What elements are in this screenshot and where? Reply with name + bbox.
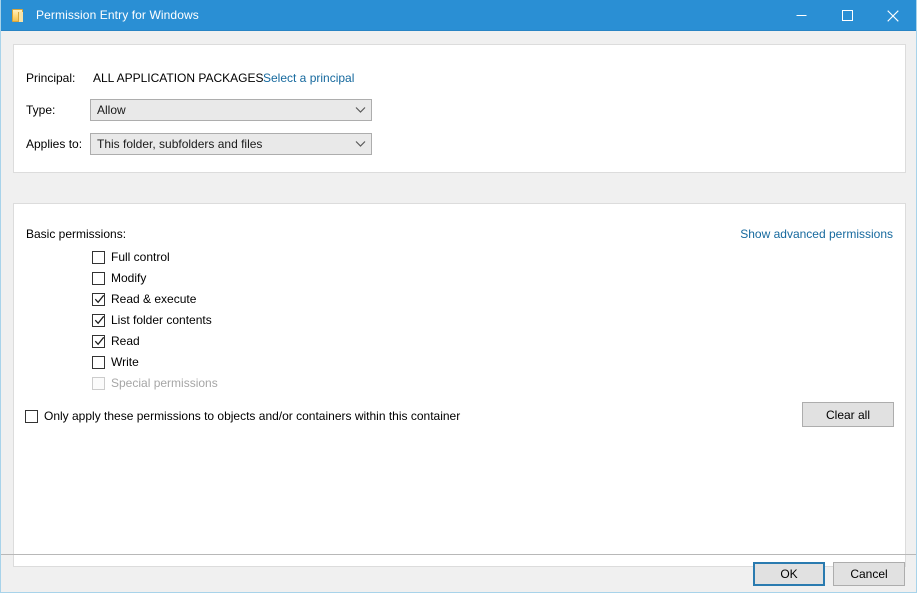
checkbox-box [92, 355, 105, 369]
client-area: Principal: ALL APPLICATION PACKAGES Sele… [1, 31, 916, 592]
principal-panel: Principal: ALL APPLICATION PACKAGES Sele… [13, 44, 906, 173]
caption-buttons [778, 0, 916, 31]
checkbox-box [92, 250, 105, 264]
permission-label: Read & execute [111, 292, 197, 306]
chevron-down-icon [349, 140, 371, 148]
select-principal-link[interactable]: Select a principal [263, 71, 354, 85]
maximize-button[interactable] [824, 0, 870, 31]
permission-checkbox-modify[interactable]: Modify [92, 271, 146, 285]
permission-checkbox-read-execute[interactable]: Read & execute [92, 292, 196, 306]
cancel-button[interactable]: Cancel [833, 562, 905, 586]
checkbox-box [25, 409, 38, 423]
permission-label: Full control [111, 250, 170, 264]
applies-to-dropdown-value: This folder, subfolders and files [97, 137, 263, 151]
minimize-button[interactable] [778, 0, 824, 31]
type-dropdown[interactable]: Allow [90, 99, 372, 121]
applies-to-label: Applies to: [26, 137, 83, 151]
applies-to-dropdown[interactable]: This folder, subfolders and files [90, 133, 372, 155]
window-title: Permission Entry for Windows [36, 8, 199, 22]
type-label: Type: [26, 103, 56, 117]
ok-button[interactable]: OK [753, 562, 825, 586]
permission-label: Modify [111, 271, 147, 285]
check-icon [94, 336, 105, 345]
permission-label: Write [111, 355, 139, 369]
principal-value: ALL APPLICATION PACKAGES [93, 71, 264, 85]
chevron-down-icon [349, 106, 371, 114]
check-icon [94, 294, 105, 303]
basic-permissions-heading: Basic permissions: [26, 227, 127, 241]
checkbox-box [92, 313, 105, 327]
only-apply-checkbox[interactable]: Only apply these permissions to objects … [25, 409, 460, 423]
only-apply-label: Only apply these permissions to objects … [44, 409, 461, 423]
close-button[interactable] [870, 0, 916, 31]
permission-checkbox-special-permissions: Special permissions [92, 376, 218, 390]
permission-checkbox-full-control[interactable]: Full control [92, 250, 170, 264]
checkbox-box [92, 376, 105, 390]
checkbox-box [92, 292, 105, 306]
permission-entry-window: Permission Entry for Windows Principal: … [0, 0, 917, 593]
permission-label: Special permissions [111, 376, 218, 390]
show-advanced-permissions-link[interactable]: Show advanced permissions [740, 227, 893, 241]
type-dropdown-value: Allow [97, 103, 126, 117]
permission-checkbox-list-folder-contents[interactable]: List folder contents [92, 313, 212, 327]
checkbox-box [92, 271, 105, 285]
permission-label: Read [111, 334, 140, 348]
check-icon [94, 315, 105, 324]
permission-checkbox-write[interactable]: Write [92, 355, 139, 369]
title-bar: Permission Entry for Windows [1, 0, 916, 31]
principal-label: Principal: [26, 71, 76, 85]
footer-separator [1, 554, 916, 555]
clear-all-button[interactable]: Clear all [802, 402, 894, 427]
permission-label: List folder contents [111, 313, 212, 327]
checkbox-box [92, 334, 105, 348]
folder-icon [10, 7, 26, 23]
permissions-panel: Basic permissions: Show advanced permiss… [13, 203, 906, 567]
permission-checkbox-read[interactable]: Read [92, 334, 140, 348]
